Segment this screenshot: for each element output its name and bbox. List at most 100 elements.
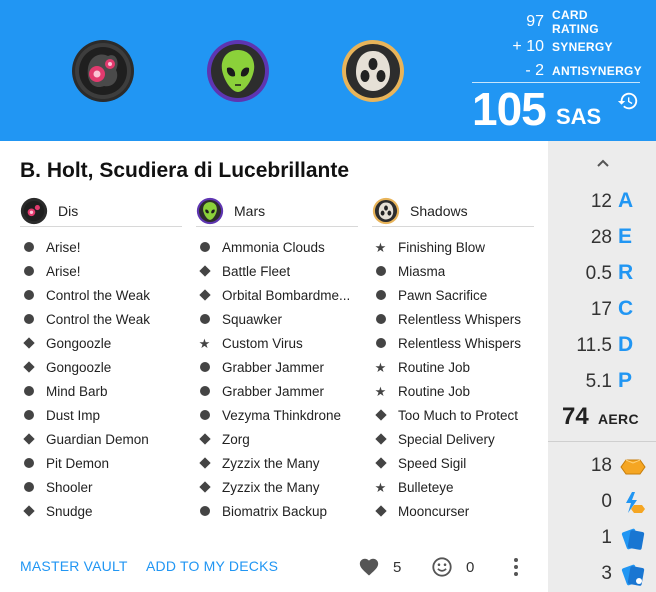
card-list-item[interactable]: Zyzzix the Many [196,451,358,475]
shadows-icon [372,197,400,225]
card-list-item[interactable]: Arise! [20,235,182,259]
card-list-item[interactable]: Bulleteye [372,475,534,499]
stat-value: 0.5 [585,263,612,284]
stat-creature-control: 17 C [548,295,656,325]
house-column-dis: Dis Arise! Arise! Control the Weak Control … [20,197,182,523]
stat-value: 3 [601,563,612,584]
card-list-item[interactable]: Control the Weak [20,307,182,331]
antisynergy-value: - 2 [525,62,544,79]
card-list: Ammonia Clouds Battle Fleet Orbital Bombar… [196,235,358,523]
card-list-item[interactable]: Special Delivery [372,427,534,451]
sas-label: SAS [556,104,602,129]
card-name: Special Delivery [398,431,495,447]
synergy-label: SYNERGY [552,40,613,54]
chevron-up-icon[interactable] [597,155,609,167]
card-name: Relentless Whispers [398,335,522,351]
card-list-item[interactable]: Speed Sigil [372,451,534,475]
card-list-item[interactable]: Control the Weak [20,283,182,307]
rarity-common-icon [23,482,34,493]
stat-value: 28 [590,227,612,248]
stat-action-count: 1 [548,523,656,553]
smiley-icon[interactable] [431,556,453,578]
aerc-label: AERC [598,411,639,427]
card-name: Too Much to Protect [398,407,519,423]
rarity-common-icon [23,290,34,301]
rarity-uncommon-icon [23,434,34,445]
card-name: Shooler [46,479,93,495]
rarity-uncommon-icon [375,410,386,421]
antisynergy-score: - 2 ANTISYNERGY [464,61,642,81]
card-list-item[interactable]: Battle Fleet [196,259,358,283]
card-name: Control the Weak [46,287,151,303]
rarity-uncommon-icon [375,458,386,469]
card-list-item[interactable]: Zorg [196,427,358,451]
heart-icon[interactable] [358,556,380,578]
card-list-item[interactable]: Routine Job [372,355,534,379]
card-name: Zorg [222,431,250,447]
rarity-common-icon [375,290,386,301]
card-list-item[interactable]: Biomatrix Backup [196,499,358,523]
stat-value: 5.1 [585,371,612,392]
rarity-common-icon [23,458,34,469]
stat-value: 17 [590,299,612,320]
funny-count: 0 [466,559,475,576]
card-list-item[interactable]: Too Much to Protect [372,403,534,427]
card-list-item[interactable]: Dust Imp [20,403,182,427]
card-list-item[interactable]: Snudge [20,499,182,523]
stat-letter: P [618,369,633,392]
card-name: Battle Fleet [222,263,291,279]
card-list-item[interactable]: Pit Demon [20,451,182,475]
card-list-item[interactable]: Mind Barb [20,379,182,403]
stat-value: 0 [601,491,612,512]
card-list-item[interactable]: Ammonia Clouds [196,235,358,259]
stat-letter: C [618,297,634,320]
more-vert-icon[interactable] [511,556,521,578]
rarity-rare-icon [375,386,386,397]
card-list-item[interactable]: Grabber Jammer [196,355,358,379]
card-list-item[interactable]: Grabber Jammer [196,379,358,403]
card-list-item[interactable]: Arise! [20,259,182,283]
card-list-item[interactable]: Pawn Sacrifice [372,283,534,307]
history-icon[interactable] [617,90,639,112]
card-list-item[interactable]: Finishing Blow [372,235,534,259]
master-vault-link[interactable]: MASTER VAULT [20,558,128,574]
card-list-item[interactable]: Vezyma Thinkdrone [196,403,358,427]
card-list-item[interactable]: Guardian Demon [20,427,182,451]
card-list-item[interactable]: Gongoozle [20,355,182,379]
deck-actions: MASTER VAULT ADD TO MY DECKS 5 0 [4,546,548,586]
card-list-item[interactable]: Routine Job [372,379,534,403]
card-rating-score: 97 CARD RATING [464,8,638,36]
card-list-item[interactable]: Miasma [372,259,534,283]
rarity-uncommon-icon [199,458,210,469]
rarity-rare-icon [199,338,210,349]
card-name: Speed Sigil [398,455,467,471]
card-list-item[interactable]: Relentless Whispers [372,307,534,331]
add-to-my-decks-link[interactable]: ADD TO MY DECKS [146,558,278,574]
card-list-item[interactable]: Custom Virus [196,331,358,355]
stat-value: 11.5 [576,335,612,356]
card-list-item[interactable]: Orbital Bombardme... [196,283,358,307]
rarity-uncommon-icon [375,434,386,445]
card-name: Grabber Jammer [222,359,325,375]
deck-title[interactable]: B. Holt, Scudiera di Lucebrillante [20,159,349,183]
stats-sidebar: 12 A 28 E 0.5 R 17 C 11.5 D 5.1 P 74 AER… [548,141,656,592]
card-name: Snudge [46,503,93,519]
card-name: Bulleteye [398,479,454,495]
rarity-common-icon [199,362,210,373]
card-list-item[interactable]: Shooler [20,475,182,499]
card-name: Miasma [398,263,446,279]
card-list-item[interactable]: Zyzzix the Many [196,475,358,499]
house-column-mars: Mars Ammonia Clouds Battle Fleet Orbital B… [196,197,358,523]
amber-efficiency-icon [620,491,646,515]
stat-artifact-control: 0.5 R [548,259,656,289]
house-column-shadows: Shadows Finishing Blow Miasma Pawn Sacrifi… [372,197,534,523]
card-list-item[interactable]: Squawker [196,307,358,331]
card-name: Guardian Demon [46,431,149,447]
card-list-item[interactable]: Mooncurser [372,499,534,523]
card-list-item[interactable]: Gongoozle [20,331,182,355]
antisynergy-label: ANTISYNERGY [552,64,642,78]
card-list-item[interactable]: Relentless Whispers [372,331,534,355]
synergy-value: + 10 [512,38,544,55]
rarity-common-icon [23,386,34,397]
card-list: Arise! Arise! Control the Weak Control the … [20,235,182,523]
